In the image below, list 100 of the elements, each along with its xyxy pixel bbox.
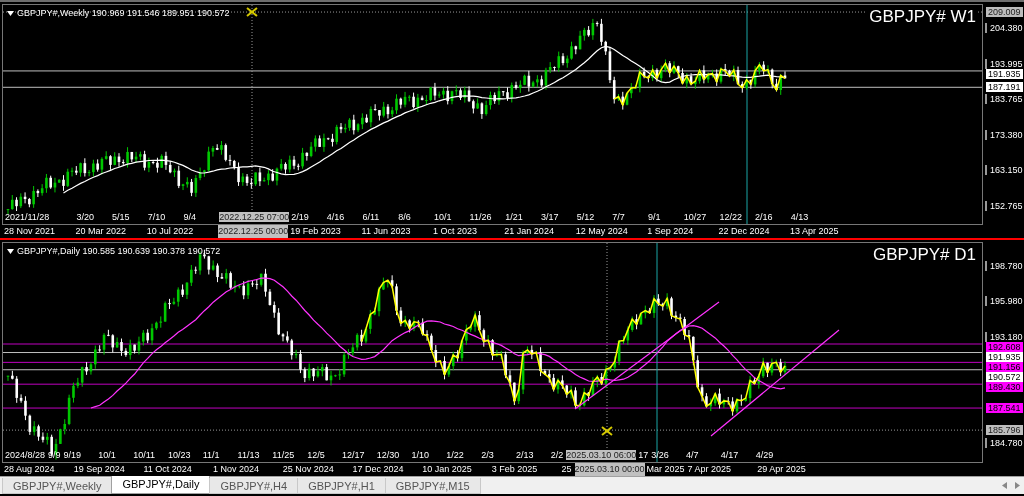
crosshair-time-label: 2025.03.10 00:00: [574, 463, 645, 476]
date-label: 25: [561, 463, 572, 476]
chart-header: GBPJPY#,Daily 190.585 190.639 190.378 190.572: [17, 246, 221, 256]
date-label: 9/4: [183, 212, 197, 222]
date-label: 5/15: [112, 212, 131, 222]
date-label: 28 Aug 2024: [4, 463, 56, 476]
price-level-label: 189.430: [986, 381, 1023, 392]
date-label: 1/10: [411, 450, 431, 460]
date-label: 2/2: [550, 450, 564, 460]
chart-tab[interactable]: GBPJPY#,H1: [297, 478, 386, 494]
date-label: 1 Oct 2023: [432, 225, 478, 238]
date-label: 8/6: [398, 212, 412, 222]
crosshair-price-label: 209.009: [986, 7, 1023, 18]
date-label: 11/1: [202, 450, 221, 460]
date-label: 2021/11/28: [5, 212, 51, 222]
date-label: 17: [638, 450, 649, 460]
price-level-label: 187.191: [986, 82, 1023, 93]
date-label: Mar 2025: [646, 463, 685, 476]
date-label: 11/13: [237, 450, 261, 460]
date-label: 4/17: [720, 450, 740, 460]
date-label: 3 Feb 2025: [491, 463, 539, 476]
date-label: 9/1: [648, 212, 662, 222]
price-level-label: 187.541: [986, 403, 1023, 414]
crosshair-marker-icon: [601, 426, 613, 436]
date-label: 11/25: [272, 450, 296, 460]
date-label: 20 Mar 2022: [75, 225, 127, 238]
price-level-label: 191.935: [986, 351, 1023, 362]
date-label: 7/10: [147, 212, 167, 222]
date-label: 9/9: [48, 450, 61, 460]
date-label: 1 Nov 2024: [213, 463, 261, 476]
price-label: 152.765: [985, 201, 1024, 211]
price-label: 198.780: [985, 261, 1024, 271]
date-label: 21 Jan 2024: [504, 225, 555, 238]
date-label: 11/26: [469, 212, 493, 222]
crosshair-time-label: 2022.12.25 00:00: [218, 225, 289, 238]
date-label: 10 Jan 2025: [422, 463, 473, 476]
date-label: 7 Apr 2025: [687, 463, 733, 476]
date-label: 13 Apr 2025: [789, 225, 840, 238]
price-label: 183.765: [985, 94, 1024, 105]
date-label: 2/16: [755, 212, 774, 222]
date-label: 29 Apr 2025: [757, 463, 807, 476]
date-label: 12/5: [307, 450, 326, 460]
date-label: 1 Sep 2024: [647, 225, 695, 238]
chart-tab[interactable]: GBPJPY#,Daily: [111, 476, 211, 494]
date-label: 2/13: [515, 450, 535, 460]
chart-tab[interactable]: GBPJPY#,M15: [384, 478, 481, 494]
date-label: 10/1: [98, 450, 117, 460]
date-label: 12/22: [719, 212, 743, 222]
date-label: 2024/8/28: [5, 450, 46, 460]
date-label: 1/22: [446, 450, 465, 460]
date-label: 3/20: [76, 212, 95, 222]
date-label: 10/11: [133, 450, 156, 460]
date-label: 28 Nov 2021: [4, 225, 57, 238]
price-label: 173.380: [985, 129, 1024, 140]
date-label: 6/11: [362, 212, 381, 222]
date-label: 25 Nov 2024: [282, 463, 335, 476]
price-label: 184.780: [985, 437, 1024, 448]
date-label: 17 Dec 2024: [352, 463, 405, 476]
scroll-right-icon[interactable]: [1015, 482, 1020, 489]
date-label: 10/23: [167, 450, 192, 460]
date-label: 7/7: [612, 212, 626, 222]
crosshair-time-label: 2022.12.25 07:00: [219, 212, 290, 222]
date-label: 10/27: [683, 212, 708, 222]
date-label: 9/19: [63, 450, 83, 460]
date-label: 1/21: [505, 212, 524, 222]
date-label: 19 Feb 2023: [290, 225, 342, 238]
price-label: 195.980: [985, 296, 1024, 307]
date-label: 4/29: [755, 450, 775, 460]
price-level-label: 191.935: [986, 68, 1023, 79]
chart-tab[interactable]: GBPJPY#,H4: [209, 478, 299, 494]
price-level-label: 191.156: [986, 361, 1023, 372]
date-label: 10 Jul 2022: [146, 225, 195, 238]
crosshair-time-label: 2025.03.10 06:00: [566, 450, 637, 460]
date-label: 12/17: [341, 450, 366, 460]
date-label: 4/7: [686, 450, 700, 460]
date-label: 4/16: [326, 212, 346, 222]
date-label: 3/17: [540, 212, 560, 222]
price-label: 204.380: [985, 23, 1024, 33]
date-label: 10/1: [433, 212, 453, 222]
date-label: 5/12: [576, 212, 596, 222]
scroll-left-icon[interactable]: [1002, 482, 1007, 489]
date-label: 11 Oct 2024: [143, 463, 193, 476]
chart-tab[interactable]: GBPJPY#,Weekly: [2, 478, 113, 494]
date-label: 4/13: [790, 212, 810, 222]
date-label: 11 Jun 2023: [361, 225, 412, 238]
dropdown-triangle-icon[interactable]: [7, 248, 14, 254]
date-label: 3/26: [651, 450, 670, 460]
date-label: 12/30: [376, 450, 401, 460]
dropdown-triangle-icon[interactable]: [7, 10, 14, 16]
price-label: 163.150: [985, 165, 1024, 176]
price-level-label: 190.572: [986, 371, 1023, 382]
date-label: 2/19: [291, 212, 310, 222]
chart-header: GBPJPY#,Weekly 190.969 191.546 189.951 190.572: [17, 8, 230, 18]
price-level-label: 192.608: [986, 341, 1023, 352]
date-label: 22 Dec 2024: [718, 225, 771, 238]
crosshair-price-label: 185.796: [986, 425, 1023, 436]
crosshair-marker-icon: [246, 7, 258, 17]
date-label: 19 Sep 2024: [73, 463, 126, 476]
date-label: 2/3: [481, 450, 495, 460]
date-label: 12 May 2024: [575, 225, 629, 238]
